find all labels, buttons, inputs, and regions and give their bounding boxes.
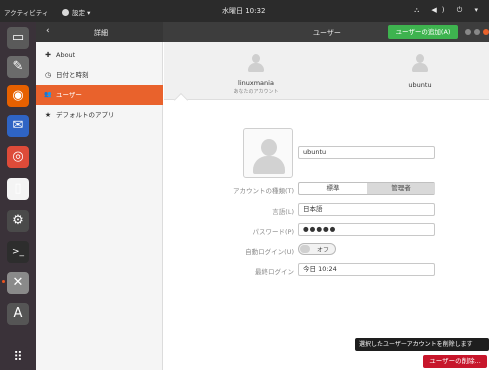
maximize-icon[interactable] bbox=[474, 29, 480, 35]
sidebar: ✚ About ◷ 日付と時刻 👥 ユーザー ★ デフォルトのアプリ bbox=[36, 42, 163, 370]
settings-gear-icon: ⚙ bbox=[12, 213, 24, 228]
close-icon[interactable] bbox=[483, 29, 489, 35]
language-field[interactable]: 日本語 bbox=[298, 203, 435, 216]
account-type-label: アカウントの種類(T) bbox=[232, 187, 294, 195]
activities-button[interactable]: アクティビティ bbox=[4, 7, 48, 17]
top-panel: アクティビティ 設定 ▾ 水曜日 10:32 ⛬ ◀) ⏻ ▾ bbox=[0, 0, 489, 22]
app-menu[interactable]: 設定 ▾ bbox=[62, 7, 90, 17]
toggle-knob bbox=[300, 245, 310, 253]
app-grid-icon: ⠿ bbox=[13, 350, 23, 365]
dock-item-2[interactable]: ◉ bbox=[7, 85, 29, 107]
system-tray[interactable]: ⛬ ◀) ⏻ ▾ bbox=[414, 6, 483, 15]
auto-login-toggle[interactable]: オフ bbox=[298, 243, 336, 255]
user-avatar-ubuntu[interactable] bbox=[412, 54, 428, 74]
toggle-text: オフ bbox=[317, 247, 330, 254]
back-button[interactable]: ‹ bbox=[46, 26, 50, 36]
system-settings-icon: ✕ bbox=[12, 275, 24, 290]
sidebar-item-users[interactable]: 👥 ユーザー bbox=[36, 85, 163, 105]
files-icon: ▭ bbox=[11, 30, 25, 45]
dock-item-1[interactable]: ✎ bbox=[7, 56, 29, 78]
sidebar-item-label: ユーザー bbox=[56, 91, 82, 99]
minimize-icon[interactable] bbox=[465, 29, 471, 35]
last-login-label: 最終ログイン bbox=[255, 268, 294, 276]
user-name[interactable]: linuxmania bbox=[211, 79, 301, 87]
clock[interactable]: 水曜日 10:32 bbox=[222, 6, 265, 16]
delete-user-button[interactable]: ユーザーの削除... bbox=[423, 355, 487, 368]
last-login-field[interactable]: 今日 10:24 bbox=[298, 263, 435, 276]
full-name-field[interactable]: ubuntu bbox=[298, 146, 435, 159]
star-icon: ★ bbox=[44, 111, 52, 119]
dock-item-4[interactable]: ◎ bbox=[7, 146, 29, 168]
document-icon: ▯ bbox=[14, 181, 22, 196]
account-type-selector: 標準 管理者 bbox=[298, 182, 435, 195]
dock-item-8[interactable]: ✕ bbox=[7, 272, 29, 294]
firefox-icon: ◉ bbox=[12, 88, 24, 103]
password-label: パスワード(P) bbox=[252, 228, 295, 236]
user-name[interactable]: ubuntu bbox=[375, 81, 465, 89]
avatar[interactable] bbox=[243, 128, 293, 178]
user-avatar-linuxmania[interactable] bbox=[248, 54, 264, 74]
password-field[interactable]: ●●●●● bbox=[298, 223, 435, 236]
user-subtitle: あなたのアカウント bbox=[233, 89, 279, 95]
dock-item-5[interactable]: ▯ bbox=[7, 178, 29, 200]
thunderbird-icon: ✉ bbox=[12, 118, 24, 133]
sidebar-header: ‹ 詳細 bbox=[36, 22, 163, 42]
clock-icon: ◷ bbox=[44, 71, 52, 79]
text-editor-icon: ✎ bbox=[12, 59, 24, 74]
dock-item-6[interactable]: ⚙ bbox=[7, 210, 29, 232]
dock-item-0[interactable]: ▭ bbox=[7, 27, 29, 49]
chrome-icon: ◎ bbox=[12, 149, 24, 164]
page-title: ユーザー bbox=[313, 29, 341, 37]
tooltip: 選択したユーザーアカウントを削除します bbox=[355, 338, 489, 351]
users-icon: 👥 bbox=[44, 91, 52, 98]
language-label: 言語(L) bbox=[272, 208, 294, 216]
dock-item-7[interactable]: >_ bbox=[7, 241, 29, 263]
account-type-admin[interactable]: 管理者 bbox=[367, 183, 435, 194]
terminal-icon: >_ bbox=[11, 247, 25, 257]
gear-icon bbox=[62, 9, 69, 16]
auto-login-label: 自動ログイン(U) bbox=[245, 248, 294, 256]
software-updater-icon: A bbox=[13, 306, 23, 321]
main-header: ユーザー ユーザーの追加(A) bbox=[163, 22, 489, 42]
active-indicator bbox=[2, 280, 5, 283]
app-menu-label: 設定 ▾ bbox=[72, 9, 91, 17]
sidebar-item-label: デフォルトのアプリ bbox=[56, 111, 115, 119]
sidebar-title: 詳細 bbox=[94, 29, 108, 37]
account-type-standard[interactable]: 標準 bbox=[299, 183, 367, 194]
user-list: linuxmania あなたのアカウント ubuntu bbox=[164, 42, 489, 100]
dock: ▭ ✎ ◉ ✉ ◎ ▯ ⚙ >_ ✕ A ⠿ bbox=[0, 22, 36, 370]
sidebar-item-label: About bbox=[56, 51, 76, 59]
sidebar-item-label: 日付と時刻 bbox=[56, 71, 89, 79]
sidebar-item-about[interactable]: ✚ About bbox=[36, 45, 163, 65]
dock-item-3[interactable]: ✉ bbox=[7, 115, 29, 137]
dock-item-10[interactable]: ⠿ bbox=[7, 347, 29, 369]
sidebar-item-default-apps[interactable]: ★ デフォルトのアプリ bbox=[36, 105, 163, 125]
plus-icon: ✚ bbox=[45, 51, 51, 59]
sidebar-item-date-time[interactable]: ◷ 日付と時刻 bbox=[36, 65, 163, 85]
add-user-button[interactable]: ユーザーの追加(A) bbox=[388, 25, 458, 39]
dock-item-9[interactable]: A bbox=[7, 303, 29, 325]
main-panel: linuxmania あなたのアカウント ubuntu ubuntu アカウント… bbox=[164, 42, 489, 370]
